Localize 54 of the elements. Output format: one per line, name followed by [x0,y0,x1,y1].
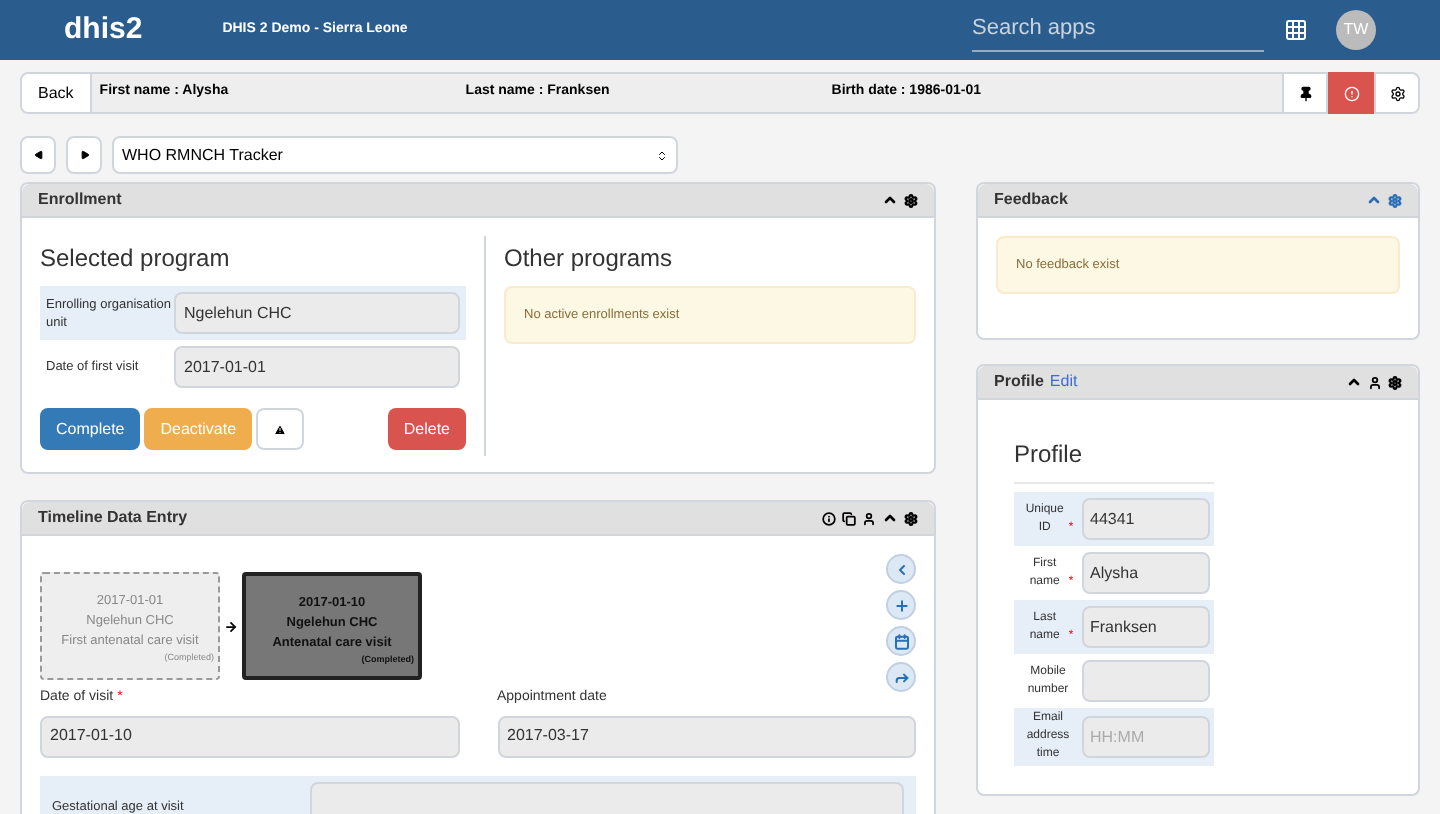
section-heading: Selected program [40,242,232,276]
profile-heading: Profile [1014,436,1214,484]
date-field[interactable]: 2017-03-17 [497,715,916,757]
search-field[interactable]: Search apps [972,8,1264,52]
text-field[interactable]: Ngelehun CHC [174,292,460,334]
next-button[interactable] [66,136,102,174]
collapse-icon[interactable] [1346,374,1362,390]
text-field[interactable]: 44341 [1082,498,1210,540]
copy-icon[interactable] [842,511,856,525]
previous-button[interactable] [20,136,56,174]
apps-grid-icon[interactable] [1284,18,1308,42]
plus-icon [893,597,909,613]
section-heading: Other programs [504,242,675,276]
alert-icon [1343,85,1359,101]
text-field[interactable]: HH:MM [1082,716,1210,758]
user-icon[interactable] [862,511,876,525]
caret-right-icon [79,150,89,160]
panel-title: Enrollment [38,188,122,212]
date-field[interactable]: 2017-01-10 [40,715,459,757]
arrow-icon [224,619,238,633]
program-select[interactable]: WHO RMNCH Tracker [112,136,678,174]
pin-icon [1297,85,1313,101]
add-circle-button[interactable] [886,590,916,620]
calendar-icon [893,633,909,649]
panel-title: Timeline Data Entry [38,506,188,530]
text-field[interactable] [1082,660,1210,702]
text-field[interactable]: 2017-01-01 [174,346,460,388]
action-button[interactable]: Delete [387,408,466,450]
calendar-circle-button[interactable] [886,626,916,656]
chevron-left-icon [893,561,909,577]
panel-title: Profile [994,370,1044,394]
text-field[interactable]: Franksen [1082,606,1210,648]
settings-icon [1389,85,1405,101]
collapse-icon[interactable] [882,192,898,208]
settings-icon[interactable] [904,193,918,207]
user-icon[interactable] [1368,375,1382,389]
caret-left-icon [33,150,43,160]
text-field[interactable]: Alysha [1082,552,1210,594]
back-circle-button[interactable] [886,554,916,584]
settings-button[interactable] [1374,72,1420,114]
settings-icon[interactable] [904,511,918,525]
settings-icon[interactable] [1388,375,1402,389]
forward-arrow-icon [893,669,909,685]
info-icon[interactable] [822,511,836,525]
logo: dhis2 [64,9,143,50]
warning-button[interactable] [256,408,305,450]
collapse-icon[interactable] [882,510,898,526]
share-circle-button[interactable] [886,662,916,692]
pin-button[interactable] [1282,72,1328,114]
action-button[interactable]: Complete [40,408,141,450]
edit-link[interactable]: Edit [1049,370,1078,394]
panel-title: Feedback [994,188,1068,212]
warning-icon [274,421,287,437]
back-button[interactable]: Back [20,72,92,114]
